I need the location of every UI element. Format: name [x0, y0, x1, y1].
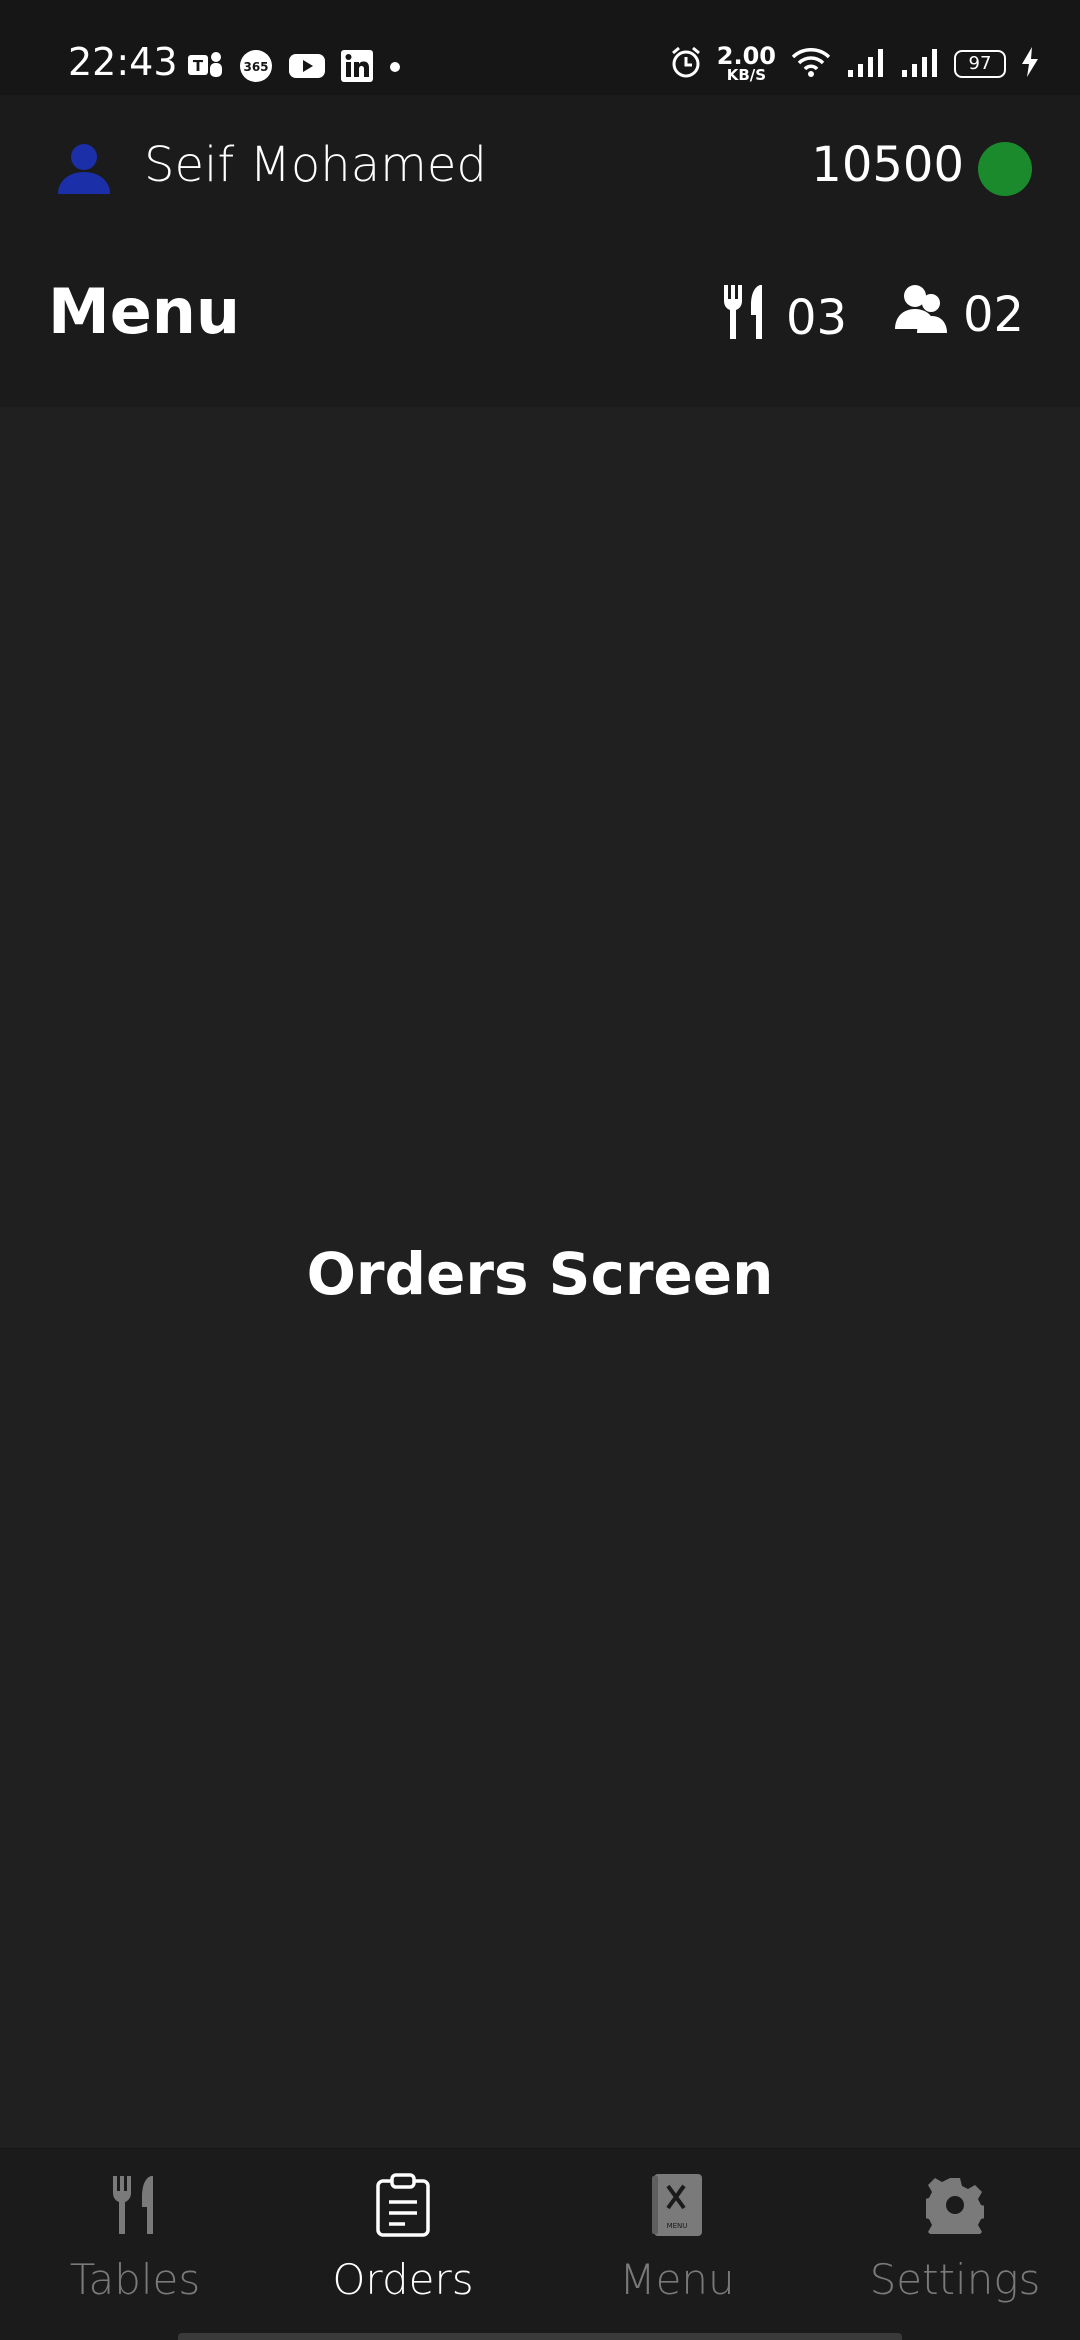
wifi-icon [790, 45, 832, 83]
svg-text:365: 365 [243, 60, 268, 74]
net-speed-unit: KB/S [726, 66, 767, 84]
guests-count: 02 [895, 283, 1024, 347]
utensils-icon [720, 283, 770, 353]
guests-count-value: 02 [963, 287, 1025, 343]
gear-icon [919, 2169, 991, 2241]
utensils-icon [99, 2169, 171, 2241]
tables-count-value: 03 [786, 290, 848, 346]
status-indicator [978, 142, 1032, 196]
signal-icon [846, 46, 886, 82]
dot-icon [388, 59, 402, 78]
user-row: Seif Mohamed 10500 [0, 95, 1080, 245]
nav-orders-label: Orders [332, 2255, 474, 2304]
app-screen: 22:43 T 365 2.00 KB/S 97 Seif Mohamed 10… [0, 0, 1080, 2340]
balance: 10500 [811, 137, 964, 193]
nav-tables[interactable]: Tables [0, 2149, 270, 2340]
signal-icon [900, 46, 940, 82]
page-title: Menu [48, 275, 241, 348]
office365-icon: 365 [238, 48, 274, 88]
youtube-icon [288, 52, 326, 84]
nav-tables-label: Tables [69, 2255, 201, 2304]
svg-text:MENU: MENU [667, 2222, 688, 2230]
battery-level: 97 [968, 53, 992, 74]
status-bar: 22:43 T 365 2.00 KB/S 97 [0, 0, 1080, 95]
net-speed-value: 2.00 [716, 42, 776, 70]
battery-icon: 97 [954, 49, 1006, 78]
nav-settings[interactable]: Settings [820, 2149, 1080, 2340]
user-icon [56, 140, 112, 196]
svg-text:T: T [193, 57, 204, 75]
charging-icon [1020, 46, 1040, 82]
tables-count: 03 [720, 283, 847, 353]
home-indicator[interactable] [178, 2333, 902, 2340]
linkedin-icon [340, 49, 374, 87]
status-time: 22:43 [68, 40, 178, 84]
nav-settings-label: Settings [869, 2255, 1041, 2304]
bottom-nav: Tables Orders MENU Menu Settings [0, 2148, 1080, 2340]
clipboard-icon [367, 2169, 439, 2241]
user-name: Seif Mohamed [144, 137, 487, 193]
teams-icon: T [186, 49, 224, 87]
orders-screen-text: Orders Screen [306, 1240, 774, 1308]
nav-menu[interactable]: MENU Menu [542, 2149, 812, 2340]
menu-book-icon: MENU [641, 2169, 713, 2241]
app-header: Seif Mohamed 10500 [0, 95, 1080, 407]
notification-icons: T 365 [186, 48, 402, 88]
users-icon [895, 283, 947, 347]
net-speed: 2.00 KB/S [717, 44, 776, 83]
alarm-icon [669, 45, 703, 83]
nav-orders[interactable]: Orders [268, 2149, 538, 2340]
nav-menu-label: Menu [619, 2255, 735, 2304]
system-icons: 2.00 KB/S 97 [669, 44, 1040, 83]
